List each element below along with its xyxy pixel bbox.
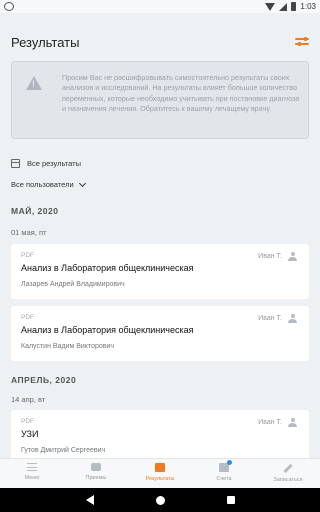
users-filter[interactable]: Все пользователи [11,179,86,189]
status-icons: 1:03 [265,0,316,13]
calendar-icon [11,159,20,168]
bills-icon [219,460,232,472]
results-icon [155,463,165,472]
page-title: Результаты [11,35,80,50]
pen-icon [283,463,293,474]
user-icon [288,418,297,427]
result-card[interactable]: PDF Анализ в Лаборатория общеклиническая… [11,306,309,361]
period-filter-label: Все результаты [27,159,82,168]
notice-box: Просим Вас не расшифровывать самостоятел… [11,61,309,139]
nav-bills-label: Счета [216,476,232,482]
chevron-down-icon [78,179,86,187]
nav-bills[interactable]: Счета [192,459,256,488]
battery-icon [291,2,297,11]
menu-icon [27,463,37,471]
file-type-label: PDF [21,418,34,425]
recent-apps-icon[interactable] [226,496,235,504]
file-type-label: PDF [21,314,34,321]
notification-icon [4,2,14,11]
status-bar: 1:03 [0,0,320,13]
nav-menu[interactable]: Меню [0,459,64,488]
system-navigation-bar [0,488,320,512]
patient-name: Иван Т. [258,253,282,260]
signal-icon [279,2,288,11]
result-title: УЗИ [21,429,39,439]
result-title: Анализ в Лаборатория общеклиническая [21,325,194,335]
file-type-label: PDF [21,252,34,259]
users-filter-label: Все пользователи [11,180,74,189]
warning-icon [26,76,42,90]
sofa-icon [91,463,101,471]
patient-tag: Иван Т. [258,252,297,261]
wifi-icon [265,2,276,11]
day-header: 14 апр, вт [11,395,46,404]
nav-results[interactable]: Результаты [128,459,192,488]
result-card[interactable]: PDF УЗИ Гутов Дмитрий Сергеевич Иван Т. [11,410,309,458]
result-card[interactable]: PDF Анализ в Лаборатория общеклиническая… [11,244,309,299]
day-header: 01 мая, пт [11,228,47,237]
doctor-name: Лазарев Андрей Владимирович [21,281,125,288]
nav-results-label: Результаты [145,476,175,482]
user-icon [288,252,297,261]
period-filter[interactable]: Все результаты [11,159,81,168]
notice-text: Просим Вас не расшифровывать самостоятел… [62,73,300,113]
nav-book-label: Записаться [273,477,303,483]
patient-tag: Иван Т. [258,314,297,323]
nav-menu-label: Меню [24,475,40,481]
nav-book[interactable]: Записаться [256,459,320,488]
result-title: Анализ в Лаборатория общеклиническая [21,263,194,273]
patient-name: Иван Т. [258,419,282,426]
patient-name: Иван Т. [258,315,282,322]
patient-tag: Иван Т. [258,418,297,427]
doctor-name: Калустин Вадим Викторович [21,343,115,350]
bottom-navigation: Меню Приемы Результаты Счета Записаться [0,458,320,488]
user-icon [288,314,297,323]
status-time: 1:03 [300,2,316,11]
sliders-icon[interactable] [295,37,309,47]
back-icon[interactable] [85,495,94,505]
nav-appointments-label: Приемы [85,475,107,481]
doctor-name: Гутов Дмитрий Сергеевич [21,447,106,454]
home-icon[interactable] [155,495,165,505]
app-bar: Результаты [0,13,320,59]
month-header: МАЙ, 2020 [11,206,59,216]
month-header: АПРЕЛЬ, 2020 [11,375,77,385]
nav-appointments[interactable]: Приемы [64,459,128,488]
